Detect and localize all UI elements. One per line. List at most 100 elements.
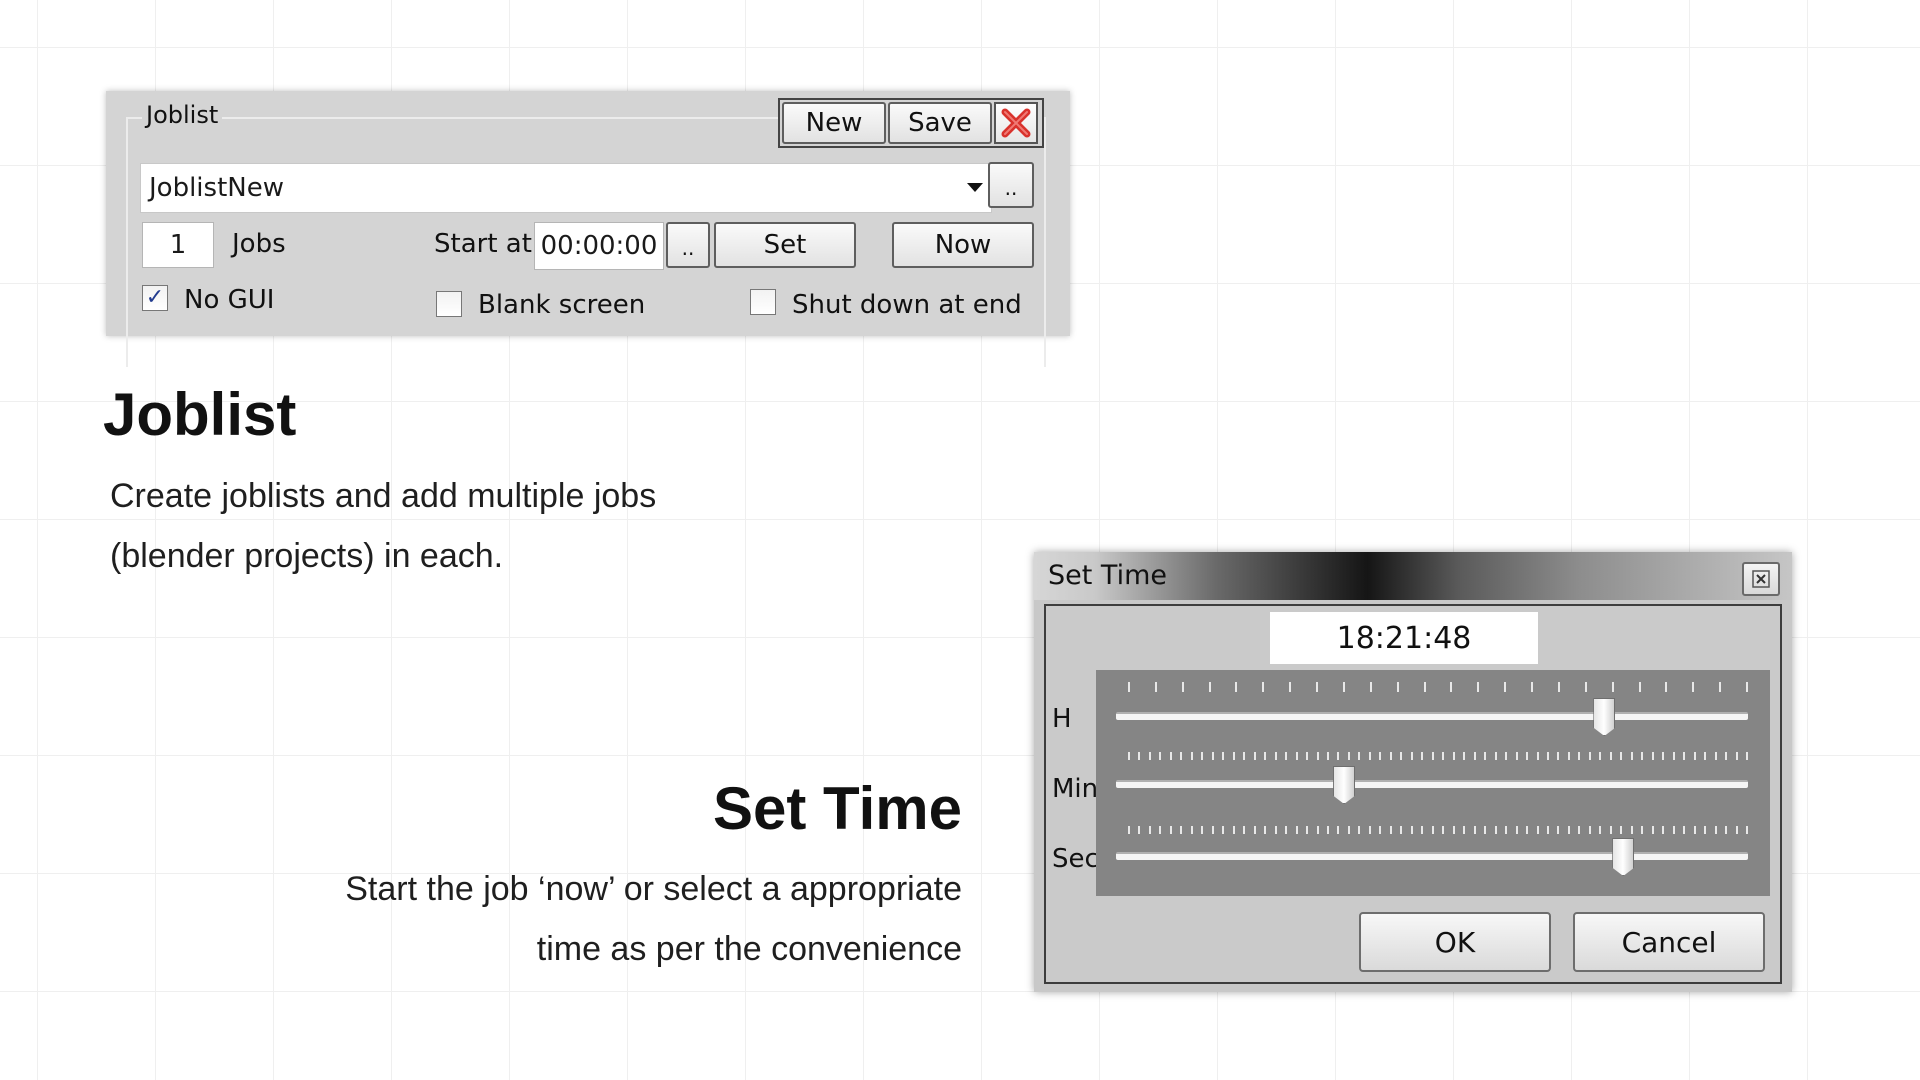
start-at-label: Start at (434, 229, 532, 259)
shutdown-checkbox[interactable] (750, 289, 776, 315)
tick-mark (1442, 826, 1445, 834)
tick-mark (1651, 752, 1654, 760)
tick-mark (1358, 826, 1361, 834)
set-button[interactable]: Set (714, 222, 856, 268)
tick-mark (1515, 752, 1518, 760)
tick-mark (1421, 826, 1424, 834)
ok-button[interactable]: OK (1359, 912, 1551, 972)
tick-mark (1169, 752, 1172, 760)
tick-mark (1306, 752, 1309, 760)
joblist-select-value: JoblistNew (149, 173, 284, 203)
tick-mark (1505, 752, 1508, 760)
tick-mark (1159, 826, 1162, 834)
settime-description-line-1: Start the job ‘now’ or select a appropri… (345, 870, 962, 908)
tick-mark (1531, 682, 1534, 692)
start-time-field[interactable]: 00:00:00 (534, 222, 664, 270)
dropdown-arrow-icon (967, 183, 983, 192)
minute-slider-thumb[interactable] (1333, 766, 1356, 804)
time-picker-button[interactable]: .. (666, 222, 710, 268)
close-red-x-icon (1001, 108, 1031, 138)
tick-mark (1264, 752, 1267, 760)
minute-slider-track[interactable] (1116, 780, 1748, 788)
hour-slider-track[interactable] (1116, 712, 1748, 720)
tick-mark (1683, 752, 1686, 760)
tick-mark (1719, 682, 1722, 692)
tick-mark (1369, 682, 1372, 692)
now-button[interactable]: Now (892, 222, 1034, 268)
second-slider-track[interactable] (1116, 852, 1748, 860)
tick-mark (1211, 752, 1214, 760)
tick-mark (1683, 826, 1686, 834)
tick-mark (1337, 826, 1340, 834)
tick-mark (1473, 752, 1476, 760)
tick-mark (1316, 752, 1319, 760)
tick-mark (1347, 826, 1350, 834)
tick-mark (1714, 752, 1717, 760)
tick-mark (1235, 682, 1238, 692)
tick-mark (1431, 826, 1434, 834)
tick-mark (1735, 752, 1738, 760)
new-button[interactable]: New (782, 102, 886, 144)
settime-close-button[interactable] (1742, 562, 1780, 596)
tick-mark (1379, 752, 1382, 760)
joblist-description-line-1: Create joblists and add multiple jobs (110, 477, 657, 515)
tick-mark (1295, 826, 1298, 834)
tick-mark (1232, 752, 1235, 760)
tick-mark (1243, 826, 1246, 834)
save-button[interactable]: Save (888, 102, 992, 144)
tick-mark (1128, 682, 1130, 692)
tick-mark (1641, 752, 1644, 760)
tick-mark (1400, 752, 1403, 760)
tick-mark (1316, 826, 1319, 834)
blank-screen-checkbox[interactable] (436, 291, 462, 317)
cancel-button[interactable]: Cancel (1573, 912, 1765, 972)
tick-mark (1285, 752, 1288, 760)
tick-mark (1316, 682, 1319, 692)
tick-mark (1274, 826, 1277, 834)
tick-mark (1347, 752, 1350, 760)
jobs-count-field[interactable]: 1 (142, 222, 214, 268)
joblist-select[interactable]: JoblistNew (140, 163, 992, 213)
tick-mark (1379, 826, 1382, 834)
tick-mark (1327, 826, 1330, 834)
tick-mark (1578, 752, 1581, 760)
tick-mark (1494, 752, 1497, 760)
tick-mark (1567, 752, 1570, 760)
tick-mark (1662, 826, 1665, 834)
tick-mark (1515, 826, 1518, 834)
tick-mark (1128, 752, 1130, 760)
browse-joblist-button[interactable]: .. (988, 162, 1034, 208)
tick-mark (1526, 752, 1529, 760)
tick-mark (1704, 826, 1707, 834)
tick-mark (1599, 752, 1602, 760)
tick-mark (1389, 826, 1392, 834)
close-icon (1752, 570, 1770, 588)
tick-mark (1504, 682, 1507, 692)
tick-mark (1536, 826, 1539, 834)
joblist-panel: Joblist New Save JoblistNew .. 1 Jobs St… (106, 91, 1070, 367)
tick-mark (1672, 752, 1675, 760)
tick-mark (1665, 682, 1668, 692)
tick-mark (1421, 752, 1424, 760)
no-gui-checkbox[interactable]: ✓ (142, 285, 168, 311)
tick-mark (1526, 826, 1529, 834)
tick-mark (1578, 826, 1581, 834)
tick-mark (1148, 752, 1151, 760)
close-joblist-button[interactable] (994, 102, 1038, 144)
tick-mark (1630, 752, 1633, 760)
tick-mark (1181, 682, 1184, 692)
no-gui-label: No GUI (184, 285, 275, 315)
tick-mark (1567, 826, 1570, 834)
tick-mark (1423, 682, 1426, 692)
tick-mark (1337, 752, 1340, 760)
tick-mark (1588, 752, 1591, 760)
time-display[interactable]: 18:21:48 (1270, 612, 1538, 664)
hour-slider-thumb[interactable] (1593, 698, 1616, 736)
checkmark-icon: ✓ (145, 285, 165, 310)
tick-mark (1662, 752, 1665, 760)
tick-mark (1484, 826, 1487, 834)
tick-mark (1232, 826, 1235, 834)
second-slider-thumb[interactable] (1612, 838, 1635, 876)
settime-dialog: Set Time 18:21:48 H Min Sec OK Cancel (1034, 552, 1792, 992)
settime-title: Set Time (1048, 560, 1167, 591)
